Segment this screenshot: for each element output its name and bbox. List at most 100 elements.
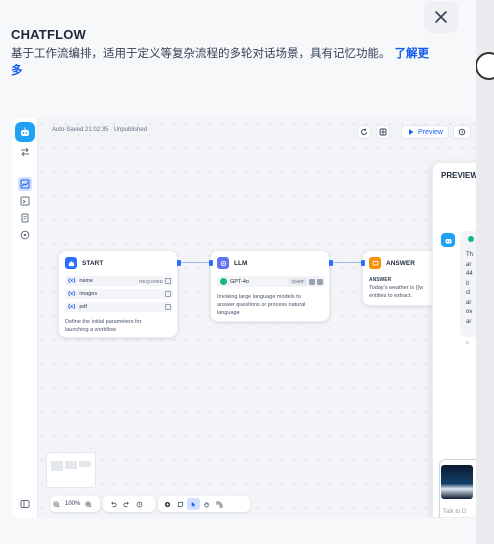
output-handle[interactable] [329, 260, 333, 266]
modal-header: CHATFLOW 基于工作流编排，适用于定义等复杂流程的多轮对话场景，具有记忆功… [0, 0, 476, 92]
description-line: answer questions or process natural [217, 302, 306, 308]
organize-button[interactable] [213, 498, 226, 510]
note-icon [177, 501, 184, 507]
layout-icon [216, 501, 223, 507]
add-note-button[interactable] [174, 498, 187, 510]
hand-mode-button[interactable] [200, 498, 213, 510]
openai-icon [220, 278, 227, 285]
orchestrate-icon[interactable] [18, 177, 32, 191]
terminal-icon[interactable] [18, 194, 32, 208]
answer-icon [369, 257, 381, 269]
monitor-icon[interactable] [18, 228, 32, 242]
zoom-in-icon [85, 500, 92, 507]
description-line: Invoking large language models to [217, 294, 301, 300]
model-name: GPT-4o [230, 278, 249, 285]
hand-icon [204, 501, 209, 507]
preview-button[interactable]: Preview [401, 125, 449, 139]
save-status: Auto-Saved 21:02:35 · Unpublished [52, 127, 148, 133]
zoom-controls: 100% [50, 496, 100, 512]
zoom-out-icon [53, 500, 60, 507]
close-icon [435, 11, 447, 23]
clock-icon [458, 128, 466, 136]
input-handle[interactable] [209, 260, 213, 266]
bot-message-text: Th ar 44 it cl ar ov ar [466, 252, 474, 325]
description-line: Define the initial parameters for [65, 319, 142, 325]
mode-badge: CHAT [289, 278, 307, 285]
variable-name: pdf [79, 304, 87, 310]
zoom-in-button[interactable] [82, 498, 95, 510]
tool-controls [158, 496, 250, 512]
llm-node-description: Invoking large language models to answer… [217, 293, 305, 317]
modal-description-text: 基于工作流编排，适用于定义等复杂流程的多轮对话场景，具有记忆功能。 [11, 48, 391, 60]
play-icon [409, 129, 414, 135]
answer-node-text: Today's weather is {{w entities to extra… [369, 284, 423, 300]
llm-node[interactable]: LLM GPT-4o CHAT Invoking large language … [209, 250, 333, 322]
description-line: language [217, 310, 240, 316]
answer-node-title: ANSWER [386, 259, 415, 267]
required-badge: REQUIRED [139, 278, 163, 284]
output-handle[interactable] [177, 260, 181, 266]
switch-icon[interactable] [18, 145, 32, 159]
close-button[interactable] [424, 1, 458, 33]
answer-text-line: entities to extract. [369, 293, 413, 299]
redo-button[interactable] [120, 498, 133, 510]
checklist-button[interactable] [453, 125, 471, 139]
start-variable-row[interactable]: {x} images [65, 289, 173, 299]
start-variable-row[interactable]: {x} pdf [65, 302, 173, 312]
edge-start-llm [178, 262, 210, 263]
robot-icon[interactable] [15, 122, 35, 142]
llm-node-title: LLM [234, 259, 248, 267]
create-app-modal: CHATFLOW 基于工作流编排，适用于定义等复杂流程的多轮对话场景，具有记忆功… [0, 0, 476, 544]
variable-prefix: {x} [68, 278, 76, 284]
history-icon [136, 501, 143, 507]
variable-name: images [79, 291, 98, 297]
modal-description: 基于工作流编排，适用于定义等复杂流程的多轮对话场景，具有记忆功能。 了解更多 [11, 46, 431, 80]
modal-title: CHATFLOW [11, 27, 87, 42]
preview-button-label: Preview [418, 128, 443, 136]
file-type-icon [165, 291, 171, 297]
robot-icon [441, 233, 455, 247]
uploaded-image [441, 465, 473, 499]
minimap[interactable] [46, 452, 96, 488]
left-rail [12, 118, 38, 518]
variable-prefix: {x} [68, 304, 76, 310]
collapse-sidebar-icon[interactable] [18, 497, 32, 511]
workflow-canvas[interactable]: Auto-Saved 21:02:35 · Unpublished Previe… [12, 118, 476, 518]
start-node-title: START [82, 259, 104, 267]
add-node-button[interactable] [161, 498, 174, 510]
refresh-icon [361, 128, 367, 135]
zoom-level[interactable]: 100% [63, 501, 82, 507]
preview-title: PREVIEW [441, 171, 476, 180]
text-type-icon [165, 278, 171, 284]
start-node[interactable]: START {x} name REQUIRED {x} images {x} p… [58, 250, 181, 338]
background-circle-icon [475, 52, 494, 80]
undo-icon [111, 501, 117, 507]
plus-circle-icon [164, 501, 171, 507]
variable-name: name [79, 278, 94, 284]
file-type-icon [165, 304, 171, 310]
pointer-icon [191, 501, 196, 507]
preview-panel: PREVIEW Th ar 44 it cl ar ov ar 5. Talk … [432, 163, 476, 518]
undo-button[interactable] [107, 498, 120, 510]
features-button[interactable] [376, 125, 390, 139]
zoom-out-button[interactable] [50, 498, 63, 510]
answer-field-label: ANSWER [369, 277, 392, 283]
chat-input-placeholder: Talk to D [443, 509, 467, 515]
logs-icon[interactable] [18, 211, 32, 225]
version-history-button[interactable] [133, 498, 146, 510]
message-time: 5. [466, 340, 470, 345]
model-selector[interactable]: GPT-4o CHAT [217, 276, 325, 287]
edge-llm-answer [330, 262, 362, 263]
variable-prefix: {x} [68, 291, 76, 297]
start-variable-row[interactable]: {x} name REQUIRED [65, 276, 173, 286]
description-line: launching a workflow [65, 327, 117, 333]
pointer-mode-button[interactable] [187, 498, 200, 510]
brain-icon [217, 257, 229, 269]
history-button[interactable] [357, 125, 371, 139]
start-node-description: Define the initial parameters for launch… [65, 318, 141, 334]
answer-text-line: Today's weather is {{w [369, 285, 424, 291]
grid-icon [379, 128, 387, 136]
input-handle[interactable] [361, 260, 365, 266]
eye-icon [317, 278, 323, 285]
check-icon [468, 236, 474, 242]
